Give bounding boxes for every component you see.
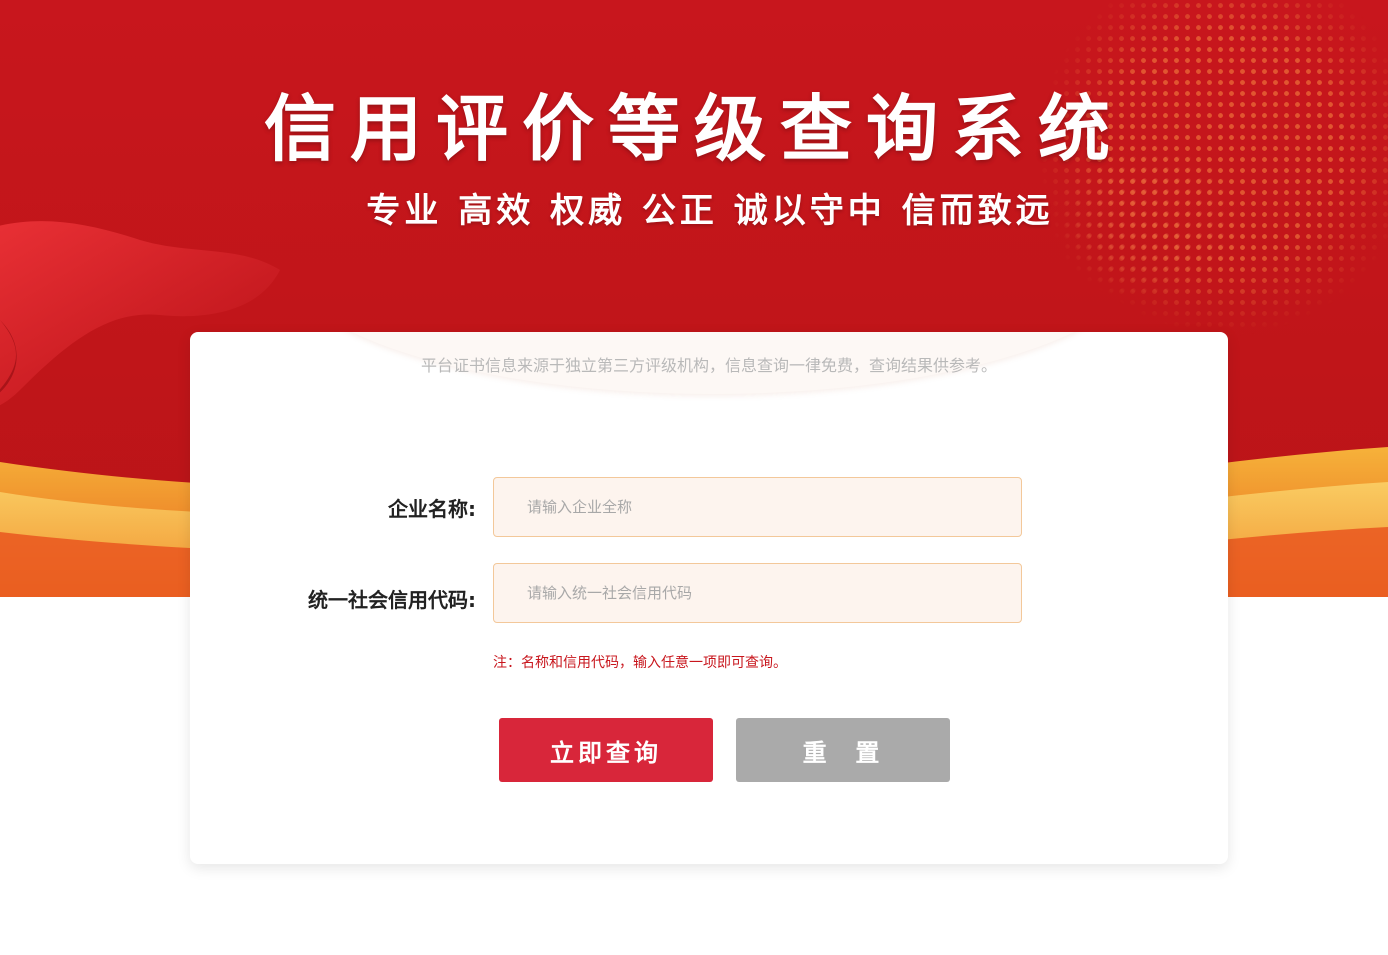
credit-code-label: 统一社会信用代码: [308, 588, 476, 612]
query-hint: 注：名称和信用代码，输入任意一项即可查询。 [493, 655, 787, 671]
company-name-input[interactable] [493, 477, 1022, 537]
company-name-label: 企业名称: [388, 497, 476, 521]
notice-text: 平台证书信息来源于独立第三方评级机构，信息查询一律免费，查询结果供参考。 [420, 356, 997, 375]
query-button[interactable]: 立即查询 [499, 718, 713, 782]
credit-code-input[interactable] [493, 563, 1022, 623]
page-title: 信用评价等级查询系统 [263, 87, 1124, 171]
query-card: 平台证书信息来源于独立第三方评级机构，信息查询一律免费，查询结果供参考。 企业名… [190, 332, 1228, 864]
page-slogan: 专业 高效 权威 公正 诚以守中 信而致远 [366, 191, 1054, 231]
reset-button[interactable]: 重 置 [736, 718, 950, 782]
